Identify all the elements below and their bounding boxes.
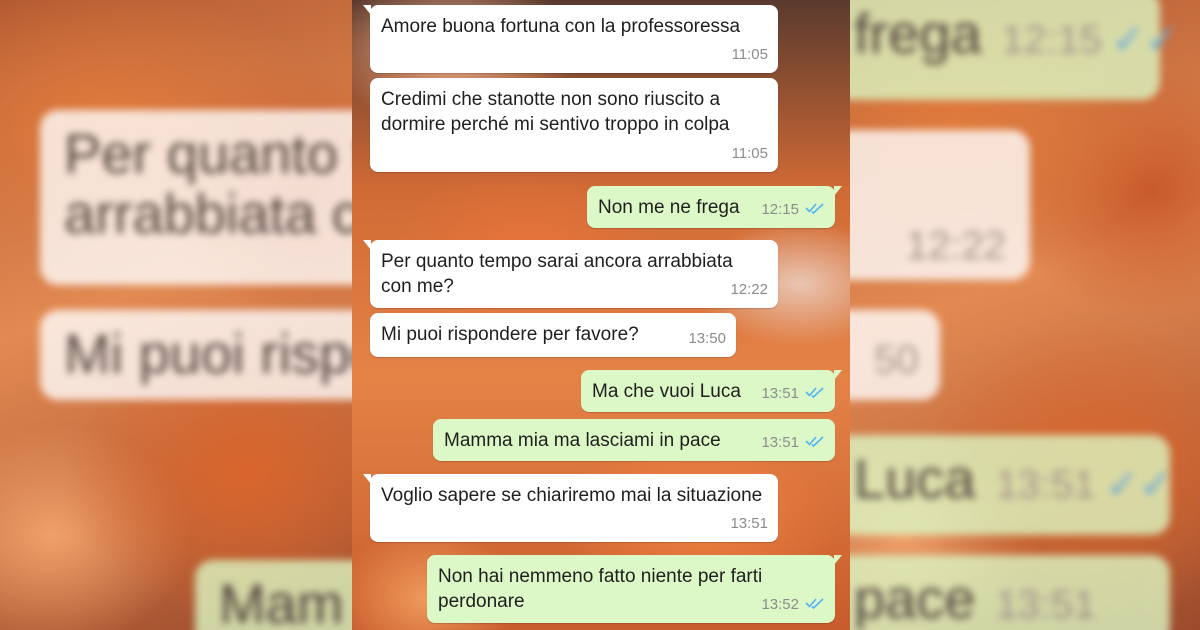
message-time: 12:15 [761,201,799,218]
background-bubble: 50 [850,310,940,400]
double-check-icon [805,381,825,406]
message-time: 13:52 [761,596,799,613]
message-text: Voglio sapere se chiariremo mai la situa… [381,485,763,506]
background-text: frega [854,2,982,65]
background-bubble: Luca 13:51 ✓✓ [850,435,1173,535]
message-outgoing[interactable]: Ma che vuoi Luca 13:51 [581,370,842,412]
background-text: pace [854,567,976,630]
double-check-icon [805,592,825,617]
background-time: 50 [874,338,919,382]
background-bubble: Mi puoi rispo [40,310,352,400]
double-check-icon: ✓✓ [1105,463,1173,507]
background-bubble: Per quanto te arrabbiata co [40,110,352,285]
double-check-icon [805,430,825,455]
message-text: Mi puoi rispondere per favore? [381,324,639,345]
background-time: 12:15 [1001,18,1102,62]
message-incoming[interactable]: Credimi che stanotte non sono riuscito a… [370,78,778,172]
background-text: Mam [219,572,344,630]
double-check-icon: ✓✓ [1111,18,1179,62]
background-time: 13:51 [995,583,1096,627]
message-time: 11:05 [731,46,768,63]
background-left: Per quanto te arrabbiata co Mi puoi risp… [0,0,352,630]
background-text: arrabbiata co [64,182,352,245]
message-text: Per quanto tempo sarai ancora arrabbiata… [381,251,733,297]
message-outgoing[interactable]: Non hai nemmeno fatto niente per farti p… [427,555,842,623]
message-time: 13:51 [730,515,768,532]
message-text: Amore buona fortuna con la professoressa [381,16,741,37]
message-time: 12:22 [730,281,768,298]
background-time: 13:51 [995,463,1096,507]
message-time: 13:50 [688,330,726,347]
background-time: 12:22 [905,224,1006,268]
message-text: Credimi che stanotte non sono riuscito a… [381,89,730,135]
message-incoming[interactable]: Per quanto tempo sarai ancora arrabbiata… [363,240,778,308]
background-bubble: pace 13:51 [850,555,1170,630]
message-incoming[interactable]: Amore buona fortuna con la professoressa… [363,5,778,73]
chat-conversation[interactable]: Amore buona fortuna con la professoressa… [352,0,850,630]
background-text: Per quanto te [64,122,352,185]
background-text: Mi puoi rispo [64,322,352,385]
message-time: 13:51 [761,434,799,451]
message-outgoing[interactable]: Mamma mia ma lasciami in pace 13:51 [433,419,835,461]
background-bubble: frega 12:15 ✓✓ [850,0,1179,100]
background-right: frega 12:15 ✓✓ 12:22 50 Luca 13:51 ✓✓ pace 13… [850,0,1200,630]
background-text: Luca [854,447,976,510]
message-time: 13:51 [761,385,799,402]
background-bubble: 12:22 [850,130,1030,280]
double-check-icon [805,197,825,222]
background-bubble: Mam [195,560,352,630]
message-incoming[interactable]: Mi puoi rispondere per favore? 13:50 [370,313,736,357]
message-incoming[interactable]: Voglio sapere se chiariremo mai la situa… [363,474,778,542]
message-outgoing[interactable]: Non me ne frega 12:15 [587,186,842,228]
message-time: 11:05 [731,145,768,162]
